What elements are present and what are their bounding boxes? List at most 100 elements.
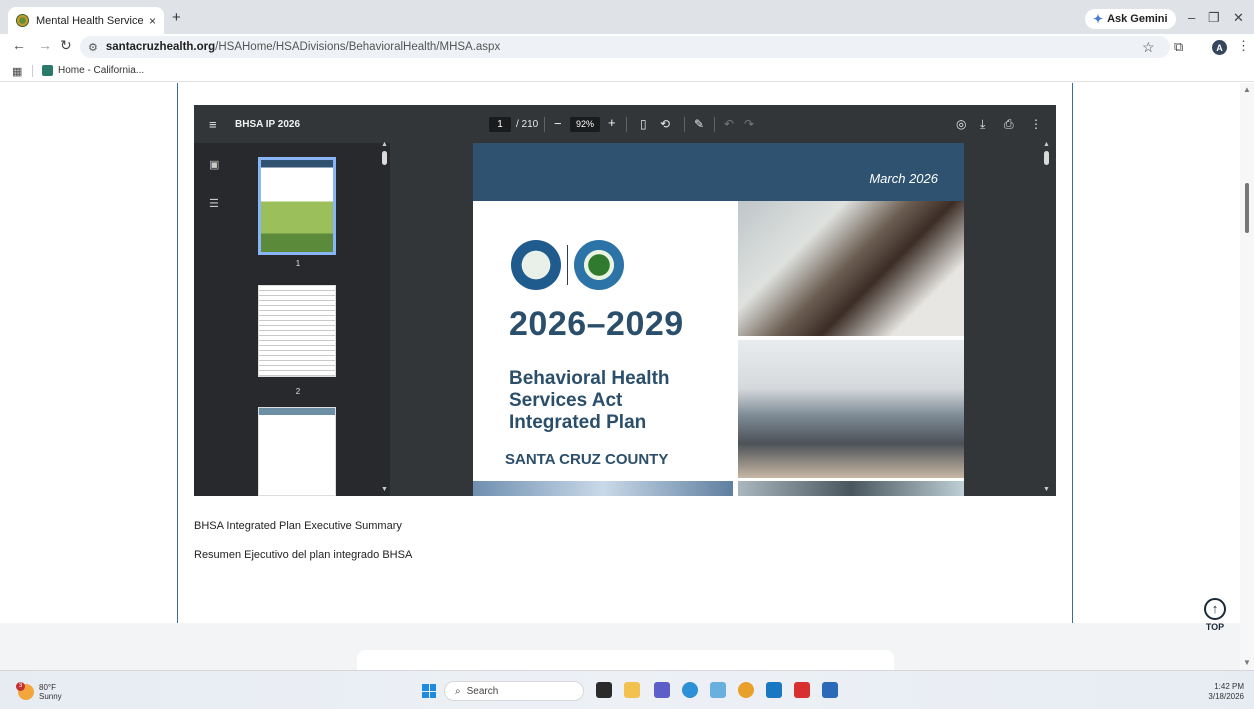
footer-panel (357, 650, 894, 670)
download-icon[interactable]: ⤓ (980, 117, 985, 132)
weather-text: 80°F Sunny (39, 683, 62, 701)
system-clock[interactable]: 1:42 PM 3/18/2026 (1200, 682, 1244, 702)
plan-title-line: Services Act (509, 390, 623, 411)
outline-view-icon[interactable]: ☰ (209, 197, 219, 210)
search-placeholder: Search (466, 685, 499, 697)
executive-summary-link[interactable]: BHSA Integrated Plan Executive Summary (194, 520, 402, 532)
document-scrollbar[interactable]: ▲ ▼ (1042, 141, 1052, 496)
browser-tab[interactable]: Mental Health Services Act × (8, 7, 164, 34)
cover-county: SANTA CRUZ COUNTY (505, 451, 669, 468)
apps-grid-icon[interactable]: ▦ (12, 65, 22, 78)
pdf-menu-icon[interactable]: ≡ (209, 117, 217, 132)
pdf-more-icon[interactable]: ⋮ (1030, 117, 1042, 131)
annotate-pen-icon[interactable]: ✎ (694, 117, 704, 131)
outlook-icon[interactable] (766, 682, 782, 698)
thumbnail-page-3[interactable] (258, 407, 338, 496)
page-scrollbar[interactable]: ▲ ▼ (1240, 83, 1254, 670)
resumen-ejecutivo-link[interactable]: Resumen Ejecutivo del plan integrado BHS… (194, 549, 412, 561)
back-arrow-icon[interactable]: ← (12, 37, 26, 53)
word-icon[interactable] (822, 682, 838, 698)
ask-gemini-button[interactable]: ✦ Ask Gemini (1085, 9, 1176, 29)
tab-close-icon[interactable]: × (149, 14, 156, 28)
pdf-toolbar: ≡ BHSA IP 2026 1 / 210 − 92% + ▯ ⟲ ✎ ↶ ↷… (194, 105, 1056, 143)
clock-time: 1:42 PM (1214, 682, 1244, 691)
scroll-down-icon[interactable]: ▼ (1043, 486, 1050, 493)
thumbnails-view-icon[interactable]: ▣ (209, 158, 219, 171)
scroll-down-icon[interactable]: ▼ (1243, 658, 1251, 667)
thumbnail-number: 1 (295, 259, 301, 268)
weather-widget[interactable]: 3 80°F Sunny (16, 682, 62, 701)
bookmark-home-california[interactable]: Home - California... (42, 65, 144, 76)
scrollbar-thumb[interactable] (1245, 183, 1249, 233)
chrome-icon[interactable] (738, 682, 754, 698)
site-favicon-icon (16, 14, 29, 27)
scroll-down-icon[interactable]: ▼ (381, 486, 388, 493)
thumbnail-page-1[interactable]: 1 (258, 157, 338, 268)
sidebar-scrollbar[interactable]: ▲ ▼ (380, 141, 390, 496)
top-label: TOP (1205, 622, 1225, 632)
scroll-up-icon[interactable]: ▲ (1243, 85, 1251, 94)
redo-icon[interactable]: ↷ (744, 117, 754, 131)
annotate-icon[interactable]: ◎ (956, 117, 966, 131)
pdf-document-area[interactable]: March 2026 2026–2029 Behavioral Health S… (390, 141, 1056, 496)
bookmark-star-icon[interactable]: ☆ (1142, 39, 1155, 56)
reading-mode-icon[interactable]: ⧉ (1174, 39, 1183, 55)
scrollbar-thumb[interactable] (1044, 151, 1049, 165)
browser-menu-icon[interactable]: ⋮ (1237, 38, 1250, 54)
site-info-icon[interactable]: ⚙ (88, 41, 98, 54)
health-services-seal-icon (511, 240, 561, 290)
zoom-level-input[interactable]: 92% (570, 117, 600, 132)
teams-icon[interactable] (654, 682, 670, 698)
scroll-up-icon[interactable]: ▲ (1043, 141, 1050, 148)
address-bar[interactable]: ⚙ santacruzhealth.org/HSAHome/HSADivisio… (80, 36, 1170, 58)
windows-logo-icon (429, 691, 436, 698)
app-icon[interactable] (710, 682, 726, 698)
file-explorer-icon[interactable] (624, 682, 640, 698)
taskbar-search[interactable]: ⌕ Search (444, 681, 584, 701)
acrobat-icon[interactable] (794, 682, 810, 698)
thumbnail-image (258, 157, 336, 255)
restore-icon[interactable]: ❐ (1208, 10, 1220, 26)
start-button[interactable] (422, 684, 436, 698)
sun-icon: 3 (16, 682, 34, 700)
pdf-viewer[interactable]: ≡ BHSA IP 2026 1 / 210 − 92% + ▯ ⟲ ✎ ↶ ↷… (194, 105, 1056, 496)
thumbnail-page-2[interactable]: 2 (258, 285, 338, 396)
pdf-page-count: / 210 (516, 119, 539, 130)
behavioral-health-seal-icon (574, 240, 624, 290)
print-icon[interactable]: ⎙ (1004, 117, 1014, 132)
weather-desc: Sunny (39, 692, 62, 701)
ask-gemini-label: Ask Gemini (1107, 13, 1168, 25)
back-to-top-button[interactable]: ↑ TOP (1200, 598, 1230, 632)
weather-temp: 80°F (39, 683, 56, 692)
pdf-page-input[interactable]: 1 (489, 117, 511, 132)
profile-avatar[interactable]: A (1212, 40, 1227, 55)
thumbnail-image (258, 407, 336, 496)
close-window-icon[interactable]: ✕ (1233, 10, 1244, 26)
undo-icon[interactable]: ↶ (724, 117, 734, 131)
clock-date: 3/18/2026 (1208, 692, 1244, 701)
minimize-icon[interactable]: – (1188, 10, 1195, 25)
scrollbar-thumb[interactable] (382, 151, 387, 165)
cover-date: March 2026 (869, 171, 938, 186)
weather-badge: 3 (16, 682, 25, 691)
zoom-in-button[interactable]: + (608, 115, 616, 130)
gemini-sparkle-icon: ✦ (1093, 12, 1104, 26)
url-path: /HSAHome/HSADivisions/BehavioralHealth/M… (215, 41, 501, 53)
toolbar-divider (684, 117, 685, 132)
edge-icon[interactable] (682, 682, 698, 698)
reload-icon[interactable]: ↻ (60, 37, 72, 54)
rotate-icon[interactable]: ⟲ (660, 117, 670, 131)
plan-title-line: Integrated Plan (509, 412, 647, 433)
page-content: ≡ BHSA IP 2026 1 / 210 − 92% + ▯ ⟲ ✎ ↶ ↷… (0, 83, 1254, 670)
zoom-out-button[interactable]: − (554, 116, 562, 131)
task-view-icon[interactable] (596, 682, 612, 698)
arrow-up-icon: ↑ (1204, 598, 1226, 620)
new-tab-button[interactable]: + (172, 9, 181, 26)
toolbar-divider (626, 117, 627, 132)
cover-photo-hug (738, 201, 964, 336)
forward-arrow-icon[interactable]: → (38, 37, 52, 53)
scroll-up-icon[interactable]: ▲ (381, 141, 388, 148)
toolbar-divider (714, 117, 715, 132)
sidebar-icon-column: ▣ ☰ (194, 143, 234, 496)
fit-page-icon[interactable]: ▯ (640, 117, 647, 131)
